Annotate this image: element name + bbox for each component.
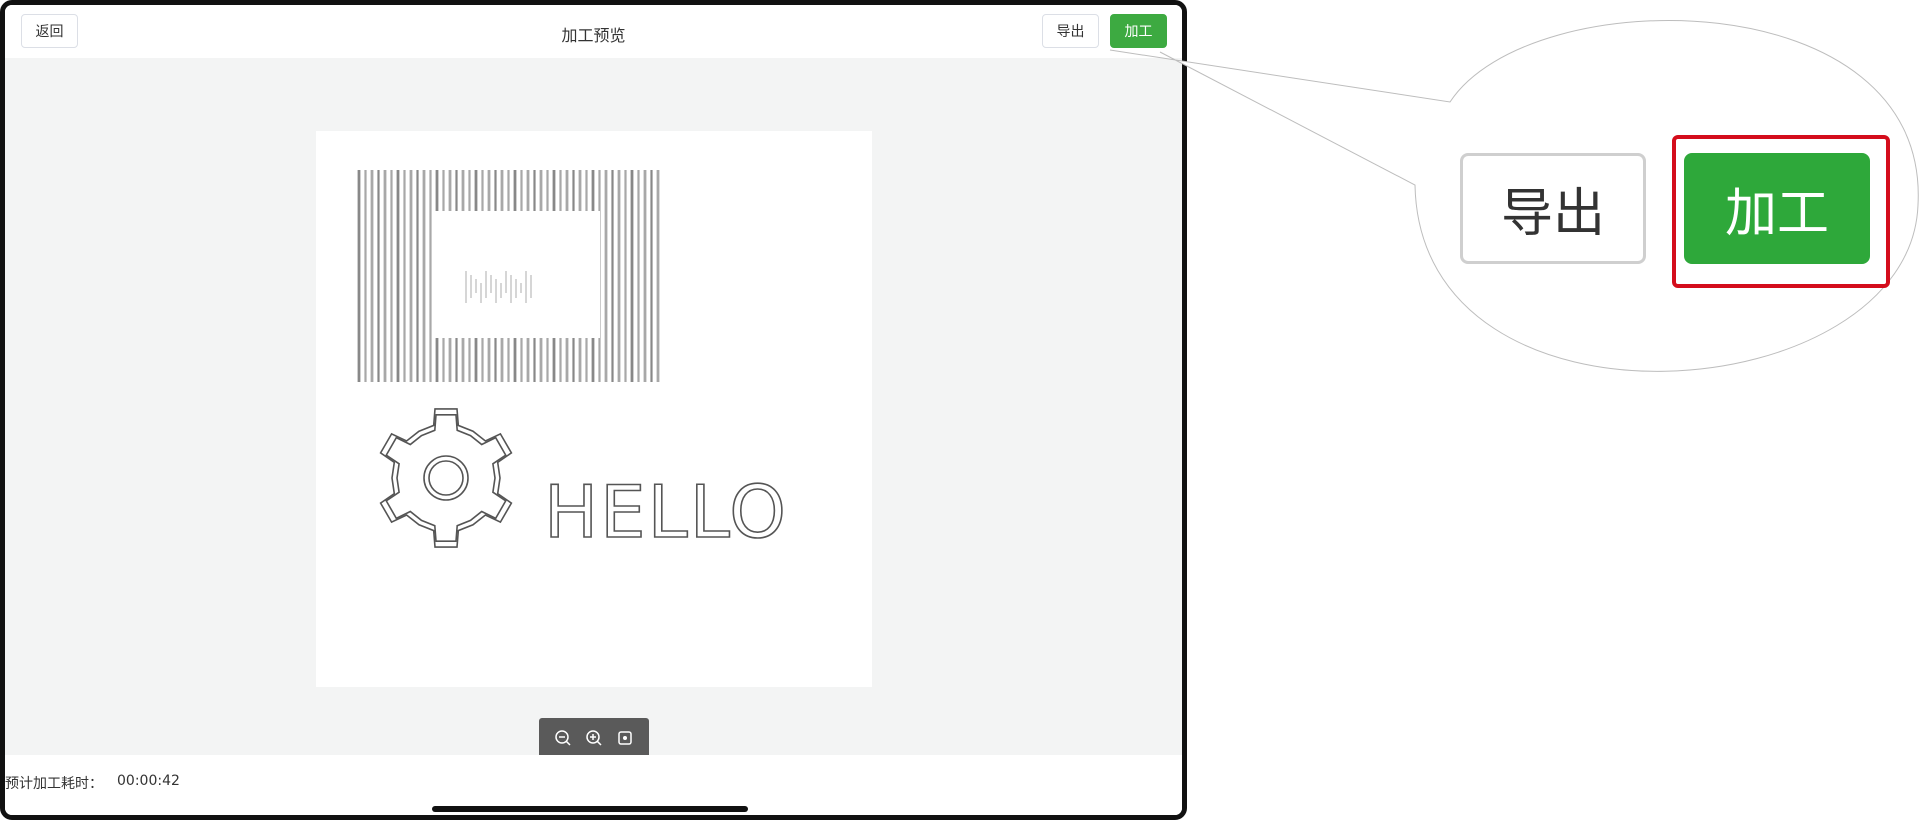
process-button[interactable]: 加工 (1110, 14, 1167, 48)
estimated-time-label: 预计加工耗时： (5, 776, 103, 792)
preview-canvas[interactable]: HELLO (5, 58, 1182, 758)
gear-icon (379, 408, 513, 548)
top-bar: 返回 加工预览 导出 加工 (5, 5, 1182, 58)
zoom-in-button[interactable] (583, 727, 605, 749)
preview-text: HELLO (544, 470, 788, 554)
fit-view-button[interactable] (614, 727, 636, 749)
inner-image-area (432, 211, 600, 338)
device-frame: 返回 加工预览 导出 加工 HELLO 预计加工耗时： 00:00:42 (0, 0, 1187, 820)
zoom-out-icon (554, 730, 571, 746)
preview-card: HELLO (316, 131, 872, 687)
callout-export-button: 导出 (1460, 153, 1646, 264)
home-indicator (432, 806, 748, 812)
zoom-toolbar (539, 718, 649, 758)
preview-graphic: HELLO (357, 170, 788, 555)
export-button[interactable]: 导出 (1042, 14, 1099, 48)
fit-view-icon (618, 731, 633, 745)
estimated-time-value: 00:00:42 (117, 773, 180, 789)
zoom-out-button[interactable] (552, 727, 574, 749)
zoom-in-icon (586, 730, 602, 746)
highlight-frame (1672, 135, 1890, 288)
page-title: 加工预览 (561, 26, 626, 45)
